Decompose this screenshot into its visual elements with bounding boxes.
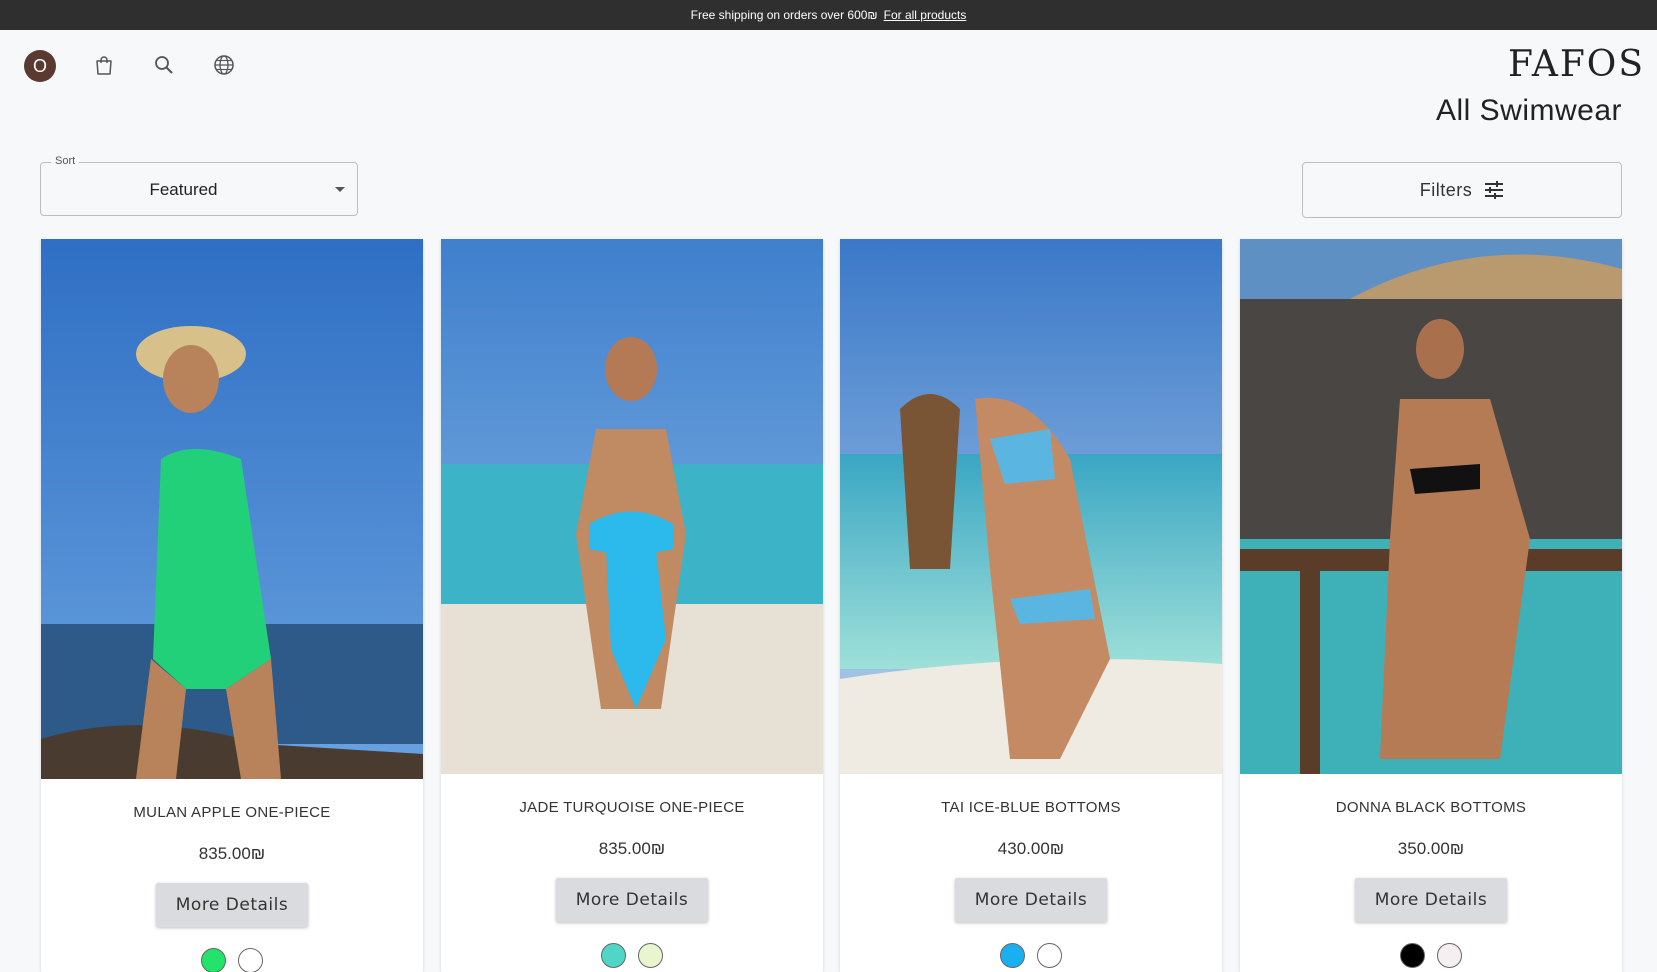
product-name[interactable]: TAI ICE-BLUE BOTTOMS [840,799,1222,816]
color-swatch[interactable] [1037,943,1062,968]
color-swatches [441,943,823,968]
product-image[interactable] [1240,239,1622,774]
product-image[interactable] [840,239,1222,774]
more-details-button[interactable]: More Details [1355,878,1507,922]
user-avatar[interactable]: O [24,50,56,82]
filters-label: Filters [1419,179,1473,200]
announcement-text: Free shipping on orders over 600₪ [690,8,878,22]
product-price: 835.00₪ [198,844,266,863]
sort-select[interactable]: Sort Featured [40,155,358,216]
product-image[interactable] [41,239,423,779]
color-swatch[interactable] [638,943,663,968]
color-swatches [1240,943,1622,968]
product-price: 835.00₪ [598,839,666,858]
color-swatch[interactable] [201,948,226,972]
announcement-bar: Free shipping on orders over 600₪ For al… [0,0,1657,30]
announcement-link[interactable]: For all products [884,8,967,22]
search-icon[interactable] [151,52,177,78]
globe-icon[interactable] [211,52,237,78]
color-swatch[interactable] [238,948,263,972]
color-swatch[interactable] [1437,943,1462,968]
more-details-button[interactable]: More Details [955,878,1107,922]
product-price: 430.00₪ [997,839,1065,858]
product-price: 350.00₪ [1397,839,1465,858]
product-name[interactable]: MULAN APPLE ONE-PIECE [41,804,423,821]
filters-button[interactable]: Filters [1302,162,1622,218]
color-swatches [840,943,1222,968]
sliders-icon [1485,181,1504,199]
shopping-bag-icon[interactable] [91,52,117,78]
color-swatch[interactable] [1000,943,1025,968]
color-swatch[interactable] [601,943,626,968]
page-title: All Swimwear [1435,94,1622,127]
product-image[interactable] [441,239,823,774]
brand-logo[interactable]: FAFOS [1508,44,1645,85]
color-swatch[interactable] [1400,943,1425,968]
more-details-button[interactable]: More Details [156,883,308,927]
product-card[interactable]: JADE TURQUOISE ONE-PIECE 835.00₪ More De… [441,239,823,972]
sort-value: Featured [149,180,218,199]
product-card[interactable]: MULAN APPLE ONE-PIECE 835.00₪ More Detai… [41,239,423,972]
color-swatches [41,948,423,972]
product-name[interactable]: DONNA BLACK BOTTOMS [1240,799,1622,816]
product-card[interactable]: TAI ICE-BLUE BOTTOMS 430.00₪ More Detail… [840,239,1222,972]
more-details-button[interactable]: More Details [556,878,708,922]
site-header: O FAFOS All Swimwear [0,30,1657,130]
product-card[interactable]: DONNA BLACK BOTTOMS 350.00₪ More Details [1240,239,1622,972]
product-name[interactable]: JADE TURQUOISE ONE-PIECE [441,799,823,816]
caret-down-icon [335,187,345,192]
